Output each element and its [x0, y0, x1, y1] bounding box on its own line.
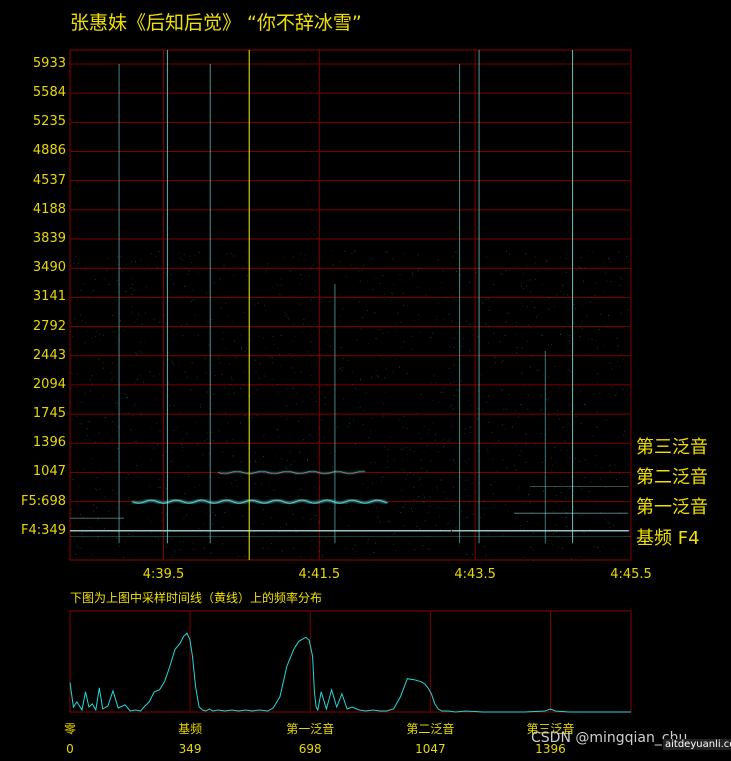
spectrum-x-name-label: 第一泛音 — [286, 722, 335, 736]
site-watermark: aitdeyuanli.com — [663, 739, 731, 750]
spectrum-x-name-label: 零 — [63, 722, 77, 736]
spectrum-frame — [69, 610, 632, 713]
spectrum-plot — [69, 610, 632, 713]
spectrum-x-value-label: 349 — [178, 742, 202, 756]
spectrum-x-name-label: 基频 — [178, 722, 203, 736]
spectrum-x-name-label: 第二泛音 — [406, 722, 455, 736]
spectrum-x-value-label: 1047 — [415, 742, 446, 756]
spectrum-x-value-label: 0 — [66, 742, 74, 756]
spectrum-x-value-label: 698 — [298, 742, 322, 756]
